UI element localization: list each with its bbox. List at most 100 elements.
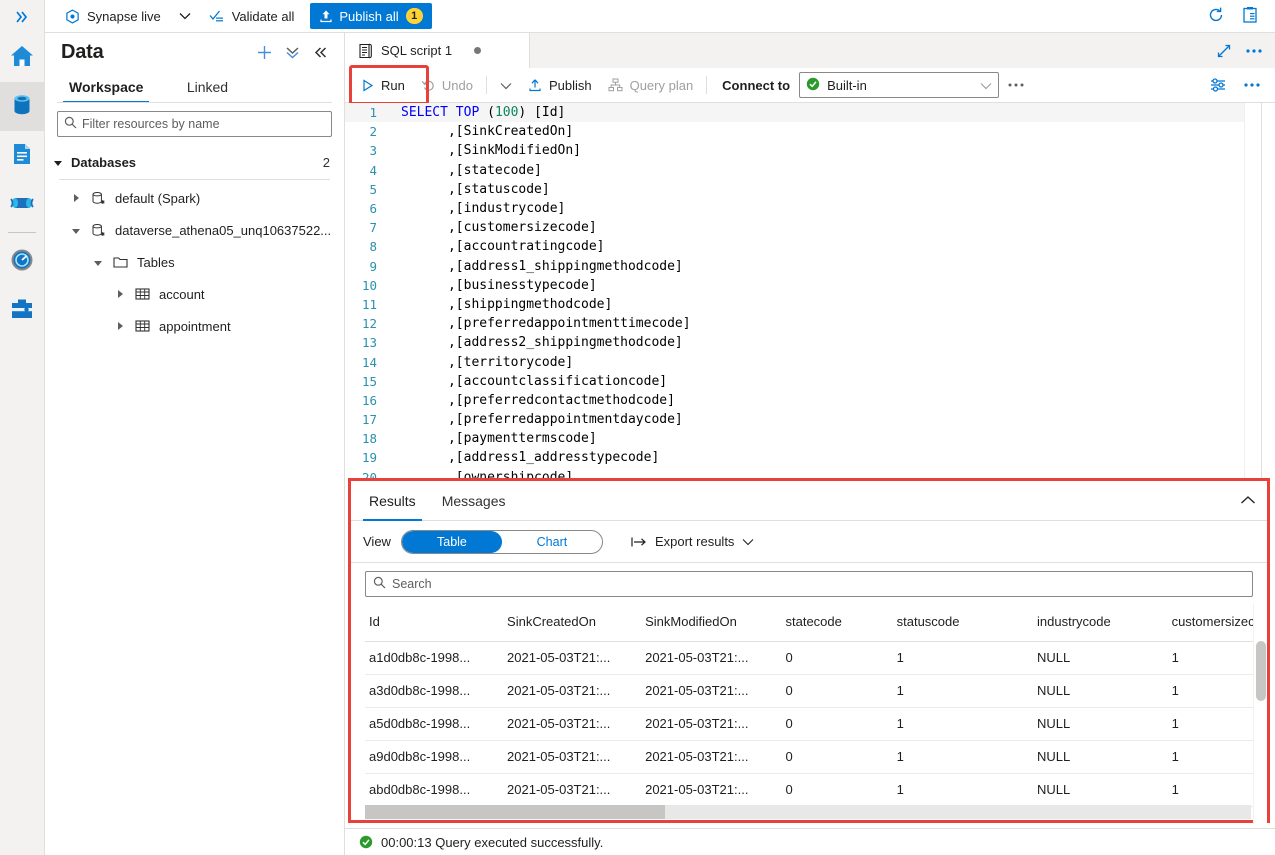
tab-linked[interactable]: Linked (161, 71, 253, 103)
top-toolbar-right-actions (1199, 0, 1275, 33)
query-plan-icon (608, 78, 623, 92)
cell-industrycode: NULL (1033, 641, 1168, 675)
publish-upload-icon (528, 78, 542, 92)
tab-results[interactable]: Results (359, 481, 426, 521)
rail-item-home[interactable] (0, 33, 45, 82)
editor-tabstrip: SQL script 1 (345, 33, 1275, 68)
run-button[interactable]: Run (353, 71, 413, 99)
code-line: 19 ,[address1_addresstypecode] (345, 448, 1275, 467)
editor-vertical-scrollbar[interactable] (1261, 103, 1275, 485)
column-header-id[interactable]: Id (365, 603, 504, 642)
code-text: ,[preferredcontactmethodcode] (401, 392, 675, 408)
table-row[interactable]: a1d0db8c-1998... 2021-05-03T21:... 2021-… (365, 641, 1267, 675)
expand-editor-button[interactable] (1209, 33, 1239, 68)
view-mode-table-label: Table (437, 534, 467, 549)
column-header-industrycode[interactable]: industrycode (1033, 603, 1168, 642)
filter-input[interactable] (77, 116, 325, 132)
chevron-down-icon[interactable] (87, 259, 109, 266)
tree-node-tables-folder[interactable]: Tables (45, 246, 344, 278)
table-row[interactable]: a3d0db8c-1998... 2021-05-03T21:... 2021-… (365, 674, 1267, 708)
table-row[interactable]: a9d0db8c-1998... 2021-05-03T21:... 2021-… (365, 740, 1267, 774)
tree-group-databases[interactable]: Databases 2 (45, 147, 344, 177)
publish-all-button[interactable]: Publish all 1 (310, 3, 432, 29)
results-search-box[interactable] (365, 571, 1253, 597)
tree-node-dataverse-database[interactable]: dataverse_athena05_unq10637522... (45, 214, 344, 246)
cell-statecode: 0 (781, 740, 893, 774)
cell-statecode: 0 (781, 674, 893, 708)
view-mode-chart[interactable]: Chart (502, 531, 602, 553)
results-search-input[interactable] (386, 576, 1245, 592)
code-line: 17 ,[preferredappointmentdaycode] (345, 410, 1275, 429)
sql-script-icon (357, 43, 373, 59)
rail-item-develop[interactable] (0, 131, 45, 180)
column-header-sinkcreatedon[interactable]: SinkCreatedOn (503, 603, 642, 642)
table-row[interactable]: abd0db8c-1998... 2021-05-03T21:... 2021-… (365, 773, 1267, 807)
code-text: ,[preferredappointmenttimecode] (401, 316, 691, 332)
editor-overflow-button[interactable] (1235, 71, 1269, 99)
rail-item-data[interactable] (0, 82, 45, 131)
chevron-right-icon[interactable] (109, 322, 131, 330)
rail-divider (8, 232, 36, 233)
tree-node-table-account[interactable]: account (45, 278, 344, 310)
code-line: 12 ,[preferredappointmenttimecode] (345, 314, 1275, 333)
collapse-panel-button[interactable] (306, 38, 334, 66)
rail-item-monitor[interactable] (0, 237, 45, 286)
publish-upload-icon (319, 9, 333, 23)
column-header-statecode[interactable]: statecode (781, 603, 893, 642)
synapse-live-label: Synapse live (87, 8, 161, 24)
collapse-all-button[interactable] (278, 38, 306, 66)
editor-settings-button[interactable] (1201, 71, 1235, 99)
editor-tab-more-button[interactable] (1239, 33, 1269, 68)
connect-to-dropdown[interactable]: Built-in (799, 72, 1000, 98)
play-icon (361, 78, 374, 92)
validate-all-button[interactable]: Validate all (203, 3, 301, 29)
tree-node-label: default (Spark) (115, 190, 201, 206)
develop-document-icon (10, 142, 34, 169)
horizontal-scrollbar-thumb[interactable] (365, 805, 665, 819)
database-icon (9, 92, 35, 121)
chevron-right-icon[interactable] (109, 290, 131, 298)
view-mode-table[interactable]: Table (401, 530, 502, 553)
chevron-down-icon[interactable] (65, 227, 87, 234)
tree-node-default-spark[interactable]: default (Spark) (45, 182, 344, 214)
chevron-right-icon[interactable] (65, 194, 87, 202)
results-vertical-scrollbar[interactable] (1253, 603, 1267, 825)
add-resource-button[interactable] (250, 38, 278, 66)
column-header-statuscode[interactable]: statuscode (892, 603, 1034, 642)
tab-workspace[interactable]: Workspace (51, 71, 161, 103)
synapse-live-mode-button[interactable]: Synapse live (59, 3, 167, 29)
success-check-icon (359, 835, 373, 849)
tree-node-label: account (159, 286, 205, 302)
publish-button[interactable]: Publish (520, 71, 600, 99)
table-row[interactable]: a5d0db8c-1998... 2021-05-03T21:... 2021-… (365, 707, 1267, 741)
export-results-button[interactable]: Export results (631, 534, 754, 549)
command-bar-right-actions (1201, 71, 1275, 99)
properties-button[interactable] (1233, 0, 1267, 33)
code-text: ,[preferredappointmentdaycode] (401, 412, 683, 428)
code-text: ,[territorycode] (401, 354, 574, 370)
connection-more-button[interactable] (999, 71, 1033, 99)
line-number: 8 (369, 239, 377, 255)
refresh-button[interactable] (1199, 0, 1233, 33)
rail-item-integrate[interactable] (0, 180, 45, 229)
line-number: 14 (361, 354, 377, 370)
line-number: 17 (361, 412, 377, 428)
vertical-scrollbar-thumb[interactable] (1256, 641, 1266, 701)
mode-dropdown-chevron[interactable] (167, 12, 203, 20)
results-table-body: a1d0db8c-1998... 2021-05-03T21:... 2021-… (365, 641, 1267, 807)
editor-tab-sql-script-1[interactable]: SQL script 1 (345, 33, 530, 68)
chevron-down-icon (500, 78, 512, 93)
results-horizontal-scrollbar[interactable] (365, 805, 1251, 819)
expand-menu-button[interactable] (0, 0, 45, 33)
tab-messages[interactable]: Messages (432, 481, 516, 521)
filter-box[interactable] (57, 111, 332, 137)
sql-code-editor[interactable]: 1 SELECT TOP (100) [Id] 2 ,[SinkCreatedOn… (345, 103, 1275, 485)
undo-dropdown-button[interactable] (492, 71, 520, 99)
tree-node-table-appointment[interactable]: appointment (45, 310, 344, 342)
line-number: 13 (361, 335, 377, 351)
code-text: ,[statuscode] (401, 181, 550, 197)
rail-item-manage[interactable] (0, 286, 45, 335)
collapse-results-button[interactable] (1229, 482, 1267, 520)
results-grid-container: Id SinkCreatedOn SinkModifiedOn statecod… (351, 603, 1267, 825)
column-header-sinkmodifiedon[interactable]: SinkModifiedOn (641, 603, 782, 642)
